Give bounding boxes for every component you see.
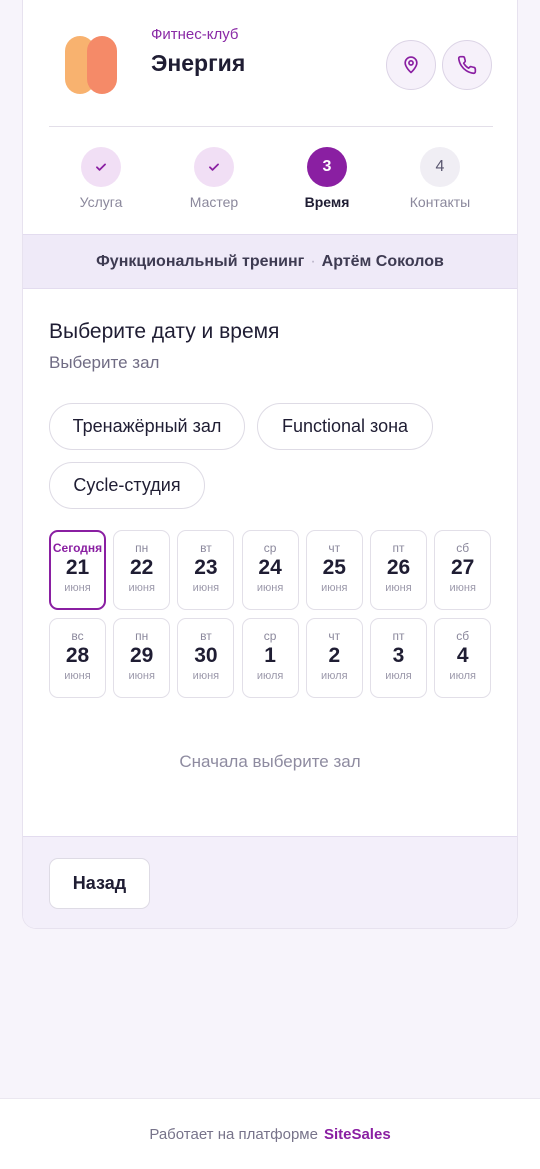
header-divider [49, 126, 493, 127]
date-day-number: 29 [130, 644, 154, 667]
date-month: июня [385, 582, 412, 594]
club-name: Энергия [151, 50, 246, 76]
date-weekday: пн [135, 629, 149, 643]
date-month: июня [256, 582, 284, 594]
date-day-number: 2 [328, 644, 341, 667]
date-cell[interactable]: вт 23 июня [177, 530, 235, 610]
date-day-number: 25 [322, 556, 346, 579]
date-day-number: 1 [264, 644, 276, 667]
summary-separator: · [310, 252, 316, 270]
date-weekday: чт [328, 629, 341, 643]
step-label: Услуга [79, 194, 123, 210]
date-day-number: 28 [65, 644, 90, 667]
footer-brand-link[interactable]: SiteSales [324, 1126, 391, 1143]
date-day-number: 21 [65, 556, 90, 579]
date-day-number: 30 [194, 644, 218, 667]
page-footer: Работает на платформе SiteSales [0, 1098, 540, 1169]
date-weekday: ср [263, 629, 277, 643]
date-day-number: 22 [130, 556, 154, 579]
date-month: июля [449, 670, 476, 682]
date-cell[interactable]: пт 3 июля [370, 618, 427, 698]
date-day-number: 23 [194, 556, 218, 579]
location-button[interactable] [386, 40, 436, 90]
date-month: июля [385, 670, 412, 682]
header: Фитнес-клуб Энергия Услуга Мастер 3 Время 4 К… [23, 0, 517, 234]
date-month: июня [128, 670, 155, 682]
date-day-number: 4 [456, 644, 469, 667]
date-weekday: вс [71, 629, 84, 643]
footer-text: Работает на платформе [149, 1125, 318, 1143]
step-1[interactable]: Услуга [51, 147, 151, 210]
date-month: июня [64, 670, 91, 682]
date-weekday: пн [135, 541, 149, 555]
date-weekday: Сегодня [52, 541, 103, 555]
club-subtitle: Фитнес-клуб [151, 26, 239, 43]
date-weekday: вт [200, 629, 212, 643]
date-weekday: ср [263, 541, 277, 555]
phone-icon [457, 55, 477, 75]
step-number: 4 [420, 147, 460, 187]
date-cell[interactable]: вт 30 июня [177, 618, 235, 698]
date-weekday: сб [456, 629, 470, 643]
date-cell[interactable]: пн 29 июня [113, 618, 171, 698]
back-button[interactable]: Назад [49, 858, 150, 909]
date-weekday: вт [200, 541, 212, 555]
step-3: 3 Время [277, 147, 377, 210]
location-pin-icon [404, 56, 418, 74]
date-month: июня [321, 582, 348, 594]
card-footer: Назад [23, 836, 517, 928]
summary-master: Артём Соколов [321, 252, 444, 270]
select-hall-hint: Сначала выберите зал [179, 752, 361, 771]
date-month: июля [321, 670, 348, 682]
date-cell[interactable]: чт 25 июня [305, 530, 363, 610]
date-cell[interactable]: ср 1 июля [241, 618, 299, 698]
date-day-number: 24 [258, 556, 282, 579]
date-month: июня [449, 582, 476, 594]
club-logo [65, 36, 117, 94]
date-month: июня [64, 582, 91, 594]
date-month: июня [192, 582, 220, 594]
summary-service: Функциональный тренинг [96, 252, 305, 270]
booking-card: Фитнес-клуб Энергия Услуга Мастер 3 Время 4 К… [22, 0, 518, 929]
date-weekday: сб [456, 541, 470, 555]
step-check-icon [194, 147, 234, 187]
date-month: июля [256, 670, 284, 682]
date-month: июня [192, 670, 220, 682]
date-cell[interactable]: пн 22 июня [113, 530, 171, 610]
date-cell[interactable]: сб 27 июня [434, 530, 492, 610]
date-cell[interactable]: вс 28 июня [49, 618, 106, 698]
date-month: июня [128, 582, 155, 594]
page-title: Выберите дату и время [49, 320, 280, 343]
phone-button[interactable] [442, 40, 492, 90]
step-label: Время [304, 194, 350, 210]
step-2[interactable]: Мастер [164, 147, 264, 210]
date-weekday: пт [392, 541, 405, 555]
hall-prompt: Выберите зал [49, 353, 160, 372]
date-cell[interactable]: пт 26 июня [370, 530, 427, 610]
date-day-number: 27 [451, 556, 475, 579]
date-weekday: пт [392, 629, 405, 643]
step-label: Контакты [409, 194, 471, 210]
date-cell[interactable]: сб 4 июля [434, 618, 492, 698]
step-check-icon [81, 147, 121, 187]
date-day-number: 26 [386, 556, 411, 579]
hall-chip[interactable]: Functional зона [257, 403, 433, 450]
step-number: 3 [307, 147, 347, 187]
date-weekday: чт [328, 541, 341, 555]
step-4: 4 Контакты [390, 147, 490, 210]
step-label: Мастер [189, 194, 239, 210]
hall-chip[interactable]: Cycle-студия [49, 462, 205, 509]
selection-summary: Функциональный тренинг · Артём Соколов [23, 234, 517, 289]
date-day-number: 3 [392, 644, 405, 667]
date-cell[interactable]: Сегодня 21 июня [49, 530, 106, 610]
date-cell[interactable]: ср 24 июня [241, 530, 299, 610]
hall-chip[interactable]: Тренажёрный зал [49, 403, 245, 450]
date-cell[interactable]: чт 2 июля [305, 618, 363, 698]
